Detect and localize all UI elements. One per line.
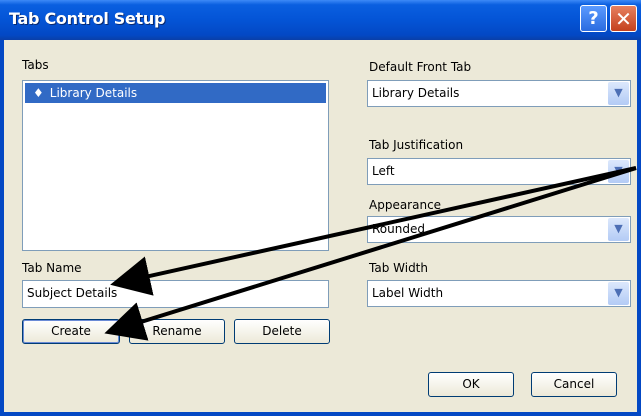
tab-name-input[interactable]: Subject Details [22, 280, 329, 308]
appearance-select[interactable]: Rounded ▼ [367, 216, 631, 243]
appearance-label: Appearance [369, 198, 442, 212]
tab-width-value: Label Width [372, 286, 444, 300]
chevron-down-icon[interactable]: ▼ [608, 82, 629, 105]
tab-justification-label: Tab Justification [369, 138, 464, 152]
tab-justification-select[interactable]: Left ▼ [367, 158, 631, 185]
list-item[interactable]: ♦ Library Details [25, 83, 326, 103]
help-button[interactable]: ? [580, 5, 607, 32]
tab-bullet-icon: ♦ [33, 86, 44, 100]
tab-justification-value: Left [372, 164, 395, 178]
cancel-button[interactable]: Cancel [531, 372, 617, 397]
chevron-down-icon[interactable]: ▼ [608, 218, 629, 241]
tab-name-label: Tab Name [22, 261, 82, 275]
chevron-down-icon[interactable]: ▼ [608, 282, 629, 305]
list-item-label: Library Details [49, 86, 138, 100]
title-bar[interactable]: Tab Control Setup ? ✕ [0, 0, 641, 40]
window-border-left [0, 40, 4, 416]
default-front-tab-value: Library Details [372, 86, 460, 100]
ok-button[interactable]: OK [428, 372, 514, 397]
chevron-down-icon[interactable]: ▼ [608, 160, 629, 183]
rename-button[interactable]: Rename [129, 319, 225, 344]
tabs-label: Tabs [22, 58, 49, 72]
tab-width-label: Tab Width [369, 261, 428, 275]
window-border-right [637, 40, 641, 416]
window-border-bottom [0, 412, 641, 416]
tab-width-select[interactable]: Label Width ▼ [367, 280, 631, 307]
delete-button[interactable]: Delete [234, 319, 330, 344]
appearance-value: Rounded [372, 222, 425, 236]
window-title: Tab Control Setup [9, 9, 166, 28]
default-front-tab-select[interactable]: Library Details ▼ [367, 80, 631, 107]
create-button[interactable]: Create [22, 319, 120, 344]
close-button[interactable]: ✕ [610, 5, 637, 32]
tabs-listbox[interactable]: ♦ Library Details [22, 80, 329, 251]
default-front-tab-label: Default Front Tab [369, 60, 472, 74]
